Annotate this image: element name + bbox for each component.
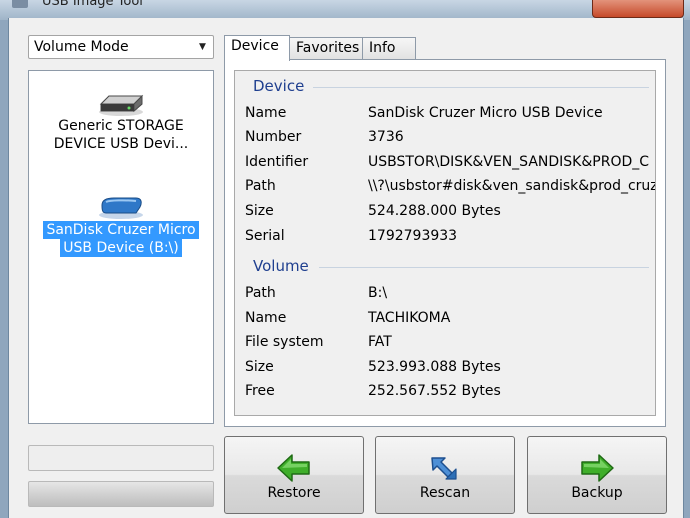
device-number-value: 3736 [368,129,404,145]
restore-label: Restore [267,485,321,501]
close-button[interactable] [592,0,684,18]
device-identifier-label: Identifier [245,154,309,170]
tab-device[interactable]: Device [224,35,290,61]
device-tab-panel: Device Name SanDisk Cruzer Micro USB Dev… [224,59,666,427]
volume-path-label: Path [245,285,276,301]
volume-free-value: 252.567.552 Bytes [368,383,501,399]
device-item-sandisk-cruzer[interactable]: SanDisk Cruzer Micro USB Device (B:\) [29,193,213,257]
volume-filesystem-label: File system [245,334,324,350]
progress-bar-top [28,445,214,471]
device-path-label: Path [245,178,276,194]
arrow-left-icon [277,454,310,482]
group-divider [319,267,649,268]
mode-select-value: Volume Mode [34,39,129,55]
volume-size-value: 523.993.088 Bytes [368,359,501,375]
device-label-selected: USB Device (B:\) [60,239,182,257]
volume-path-value: B:\ [368,285,388,301]
device-name-value: SanDisk Cruzer Micro USB Device [368,105,603,121]
device-item-generic-storage[interactable]: Generic STORAGE DEVICE USB Devi... [29,91,213,153]
rescan-label: Rescan [419,485,471,501]
volume-filesystem-value: FAT [368,334,392,350]
device-group-title: Device [253,77,305,95]
device-list[interactable]: Generic STORAGE DEVICE USB Devi... SanDi… [28,70,214,424]
device-label: DEVICE USB Devi... [53,136,189,152]
device-label: Generic STORAGE [58,118,184,134]
usb-drive-blue-icon [99,197,143,219]
restore-button[interactable]: Restore [224,436,364,514]
tab-info[interactable]: Info [362,37,416,59]
device-size-label: Size [245,203,274,219]
rescan-button[interactable]: Rescan [375,436,515,514]
device-name-label: Name [245,105,287,121]
volume-name-value: TACHIKOMA [368,310,451,326]
usb-drive-gray-icon [99,94,144,116]
arrow-right-icon [581,454,614,482]
device-label-selected: SanDisk Cruzer Micro [43,221,199,239]
chevron-down-icon[interactable]: ▼ [194,38,211,56]
device-number-label: Number [245,129,302,145]
device-path-value: \\?\usbstor#disk&ven_sandisk&prod_cruzer… [368,178,656,194]
device-serial-label: Serial [245,228,285,244]
device-identifier-value: USBSTOR\DISK&VEN_SANDISK&PROD_C [368,154,650,170]
rescan-icon [431,457,457,480]
backup-button[interactable]: Backup [527,436,667,514]
device-serial-value: 1792793933 [368,228,458,244]
app-icon [12,0,28,8]
progress-bar-bottom [28,481,214,507]
volume-name-label: Name [245,310,287,326]
device-size-value: 524.288.000 Bytes [368,203,501,219]
title-bar: USB Image Tool [0,0,690,20]
tab-favorites[interactable]: Favorites [289,37,363,59]
volume-size-label: Size [245,359,274,375]
backup-label: Backup [571,485,623,501]
details-pane: Device Name SanDisk Cruzer Micro USB Dev… [234,70,656,416]
volume-free-label: Free [245,383,275,399]
group-divider [313,87,649,88]
volume-group-title: Volume [253,257,309,275]
mode-select[interactable]: Volume Mode ▼ [28,35,214,59]
window-title: USB Image Tool [42,0,143,9]
